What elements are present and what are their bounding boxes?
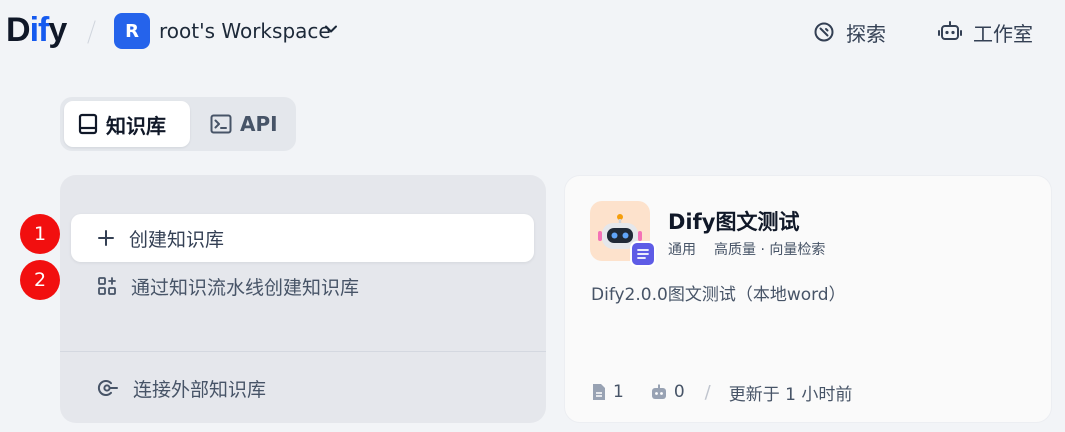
panel-divider	[60, 351, 546, 352]
updated-time: 更新于 1 小时前	[728, 384, 853, 405]
step-badge: 1	[20, 214, 60, 254]
dataset-index-mode: 高质量 · 向量检索	[714, 242, 826, 258]
dataset-footer: 1 0 / 更新于 1 小时前	[591, 381, 853, 405]
create-panel: 创建知识库 通过知识流水线创建知识库 连接外部知识库	[60, 175, 546, 423]
app-count: 0	[673, 382, 685, 402]
workspace-avatar[interactable]: R	[114, 13, 150, 49]
header-divider	[87, 20, 96, 44]
footer-separator: /	[704, 381, 711, 403]
dataset-meta: 通用 高质量 · 向量检索	[668, 239, 825, 259]
create-knowledge-button[interactable]: 创建知识库	[71, 214, 534, 262]
compass-icon	[814, 22, 834, 42]
tab-api[interactable]: API	[196, 101, 292, 147]
robot-icon	[651, 384, 666, 399]
dataset-tag: 通用	[668, 242, 696, 258]
tab-switcher: 知识库 API	[60, 97, 296, 151]
chevron-down-icon[interactable]	[324, 22, 338, 36]
nav-explore[interactable]: 探索	[812, 18, 886, 46]
create-from-pipeline-button[interactable]: 通过知识流水线创建知识库	[71, 262, 534, 310]
document-icon	[593, 384, 605, 400]
dataset-title: Dify图文测试	[668, 210, 800, 234]
plus-icon	[98, 230, 114, 246]
grid-plus-icon	[98, 277, 116, 295]
link-icon	[97, 380, 118, 396]
workspace-name[interactable]: root's Workspace	[159, 19, 331, 43]
doc-count: 1	[613, 382, 624, 402]
step-badge: 2	[20, 260, 60, 300]
connect-external-knowledge-button[interactable]: 连接外部知识库	[71, 364, 534, 412]
dify-logo[interactable]: Dify	[6, 11, 67, 50]
terminal-icon	[210, 114, 232, 134]
tab-knowledge[interactable]: 知识库	[64, 101, 190, 147]
nav-studio[interactable]: 工作室	[937, 18, 1033, 46]
document-badge-icon	[630, 241, 656, 267]
dataset-card[interactable]: Dify图文测试 通用 高质量 · 向量检索 Dify2.0.0图文测试（本地w…	[564, 175, 1052, 423]
book-icon	[78, 113, 98, 135]
dataset-description: Dify2.0.0图文测试（本地word）	[591, 285, 846, 305]
robot-icon	[938, 21, 962, 40]
